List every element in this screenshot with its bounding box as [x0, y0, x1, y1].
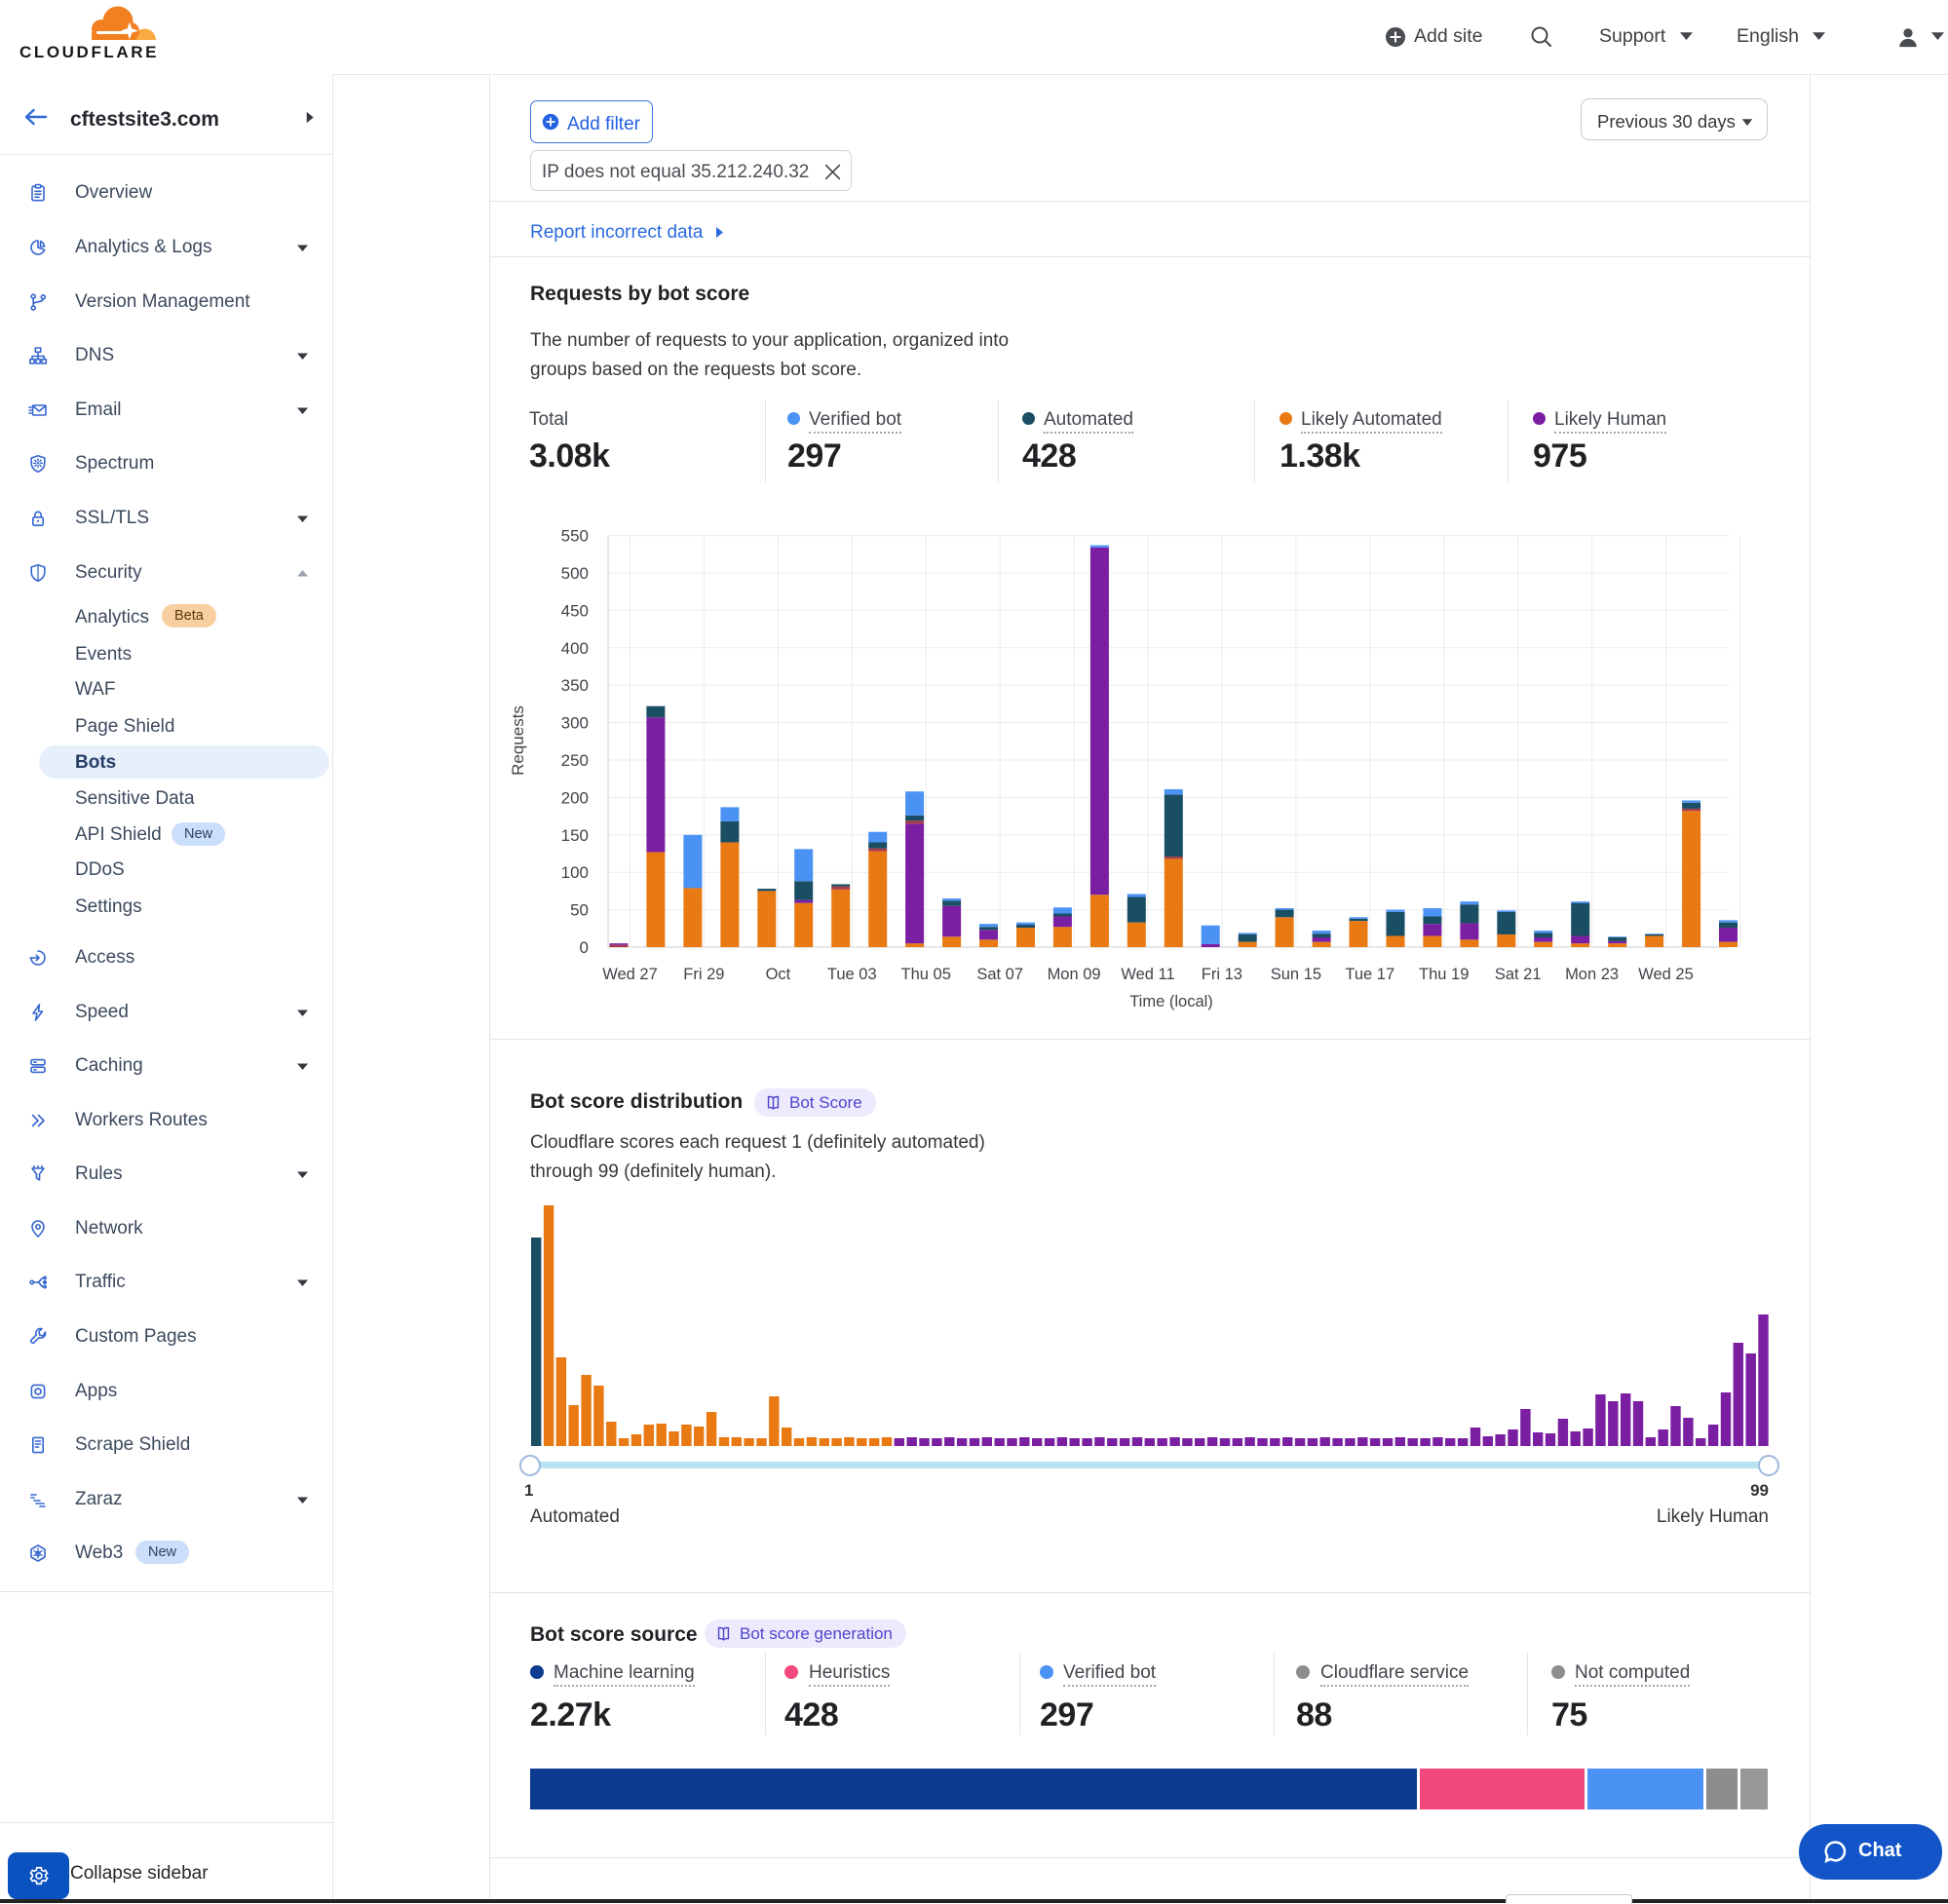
svg-text:Sat 07: Sat 07 [976, 966, 1023, 983]
svg-text:200: 200 [561, 788, 589, 807]
svg-text:Mon 09: Mon 09 [1048, 966, 1101, 983]
svg-text:Thu 05: Thu 05 [901, 966, 951, 983]
svg-text:Sun 15: Sun 15 [1271, 966, 1321, 983]
svg-text:Thu 19: Thu 19 [1419, 966, 1469, 983]
svg-text:550: 550 [561, 527, 589, 546]
svg-text:250: 250 [561, 751, 589, 770]
svg-text:50: 50 [570, 901, 589, 920]
svg-text:150: 150 [561, 826, 589, 845]
svg-text:Oct: Oct [766, 966, 791, 983]
svg-text:Requests: Requests [509, 705, 527, 776]
svg-text:Sat 21: Sat 21 [1495, 966, 1542, 983]
svg-text:Wed 27: Wed 27 [602, 966, 658, 983]
svg-text:Tue 03: Tue 03 [827, 966, 877, 983]
svg-text:Fri 13: Fri 13 [1202, 966, 1242, 983]
svg-text:0: 0 [580, 938, 589, 957]
svg-text:Wed 11: Wed 11 [1121, 966, 1174, 983]
svg-text:Fri 29: Fri 29 [683, 966, 724, 983]
svg-text:400: 400 [561, 639, 589, 658]
svg-text:100: 100 [561, 863, 589, 882]
svg-text:Mon 23: Mon 23 [1565, 966, 1619, 983]
svg-text:Tue 17: Tue 17 [1345, 966, 1394, 983]
svg-text:350: 350 [561, 676, 589, 695]
svg-text:450: 450 [561, 601, 589, 620]
svg-text:Time (local): Time (local) [1129, 993, 1213, 1010]
svg-text:500: 500 [561, 564, 589, 583]
svg-text:300: 300 [561, 714, 589, 733]
svg-text:Wed 25: Wed 25 [1638, 966, 1694, 983]
